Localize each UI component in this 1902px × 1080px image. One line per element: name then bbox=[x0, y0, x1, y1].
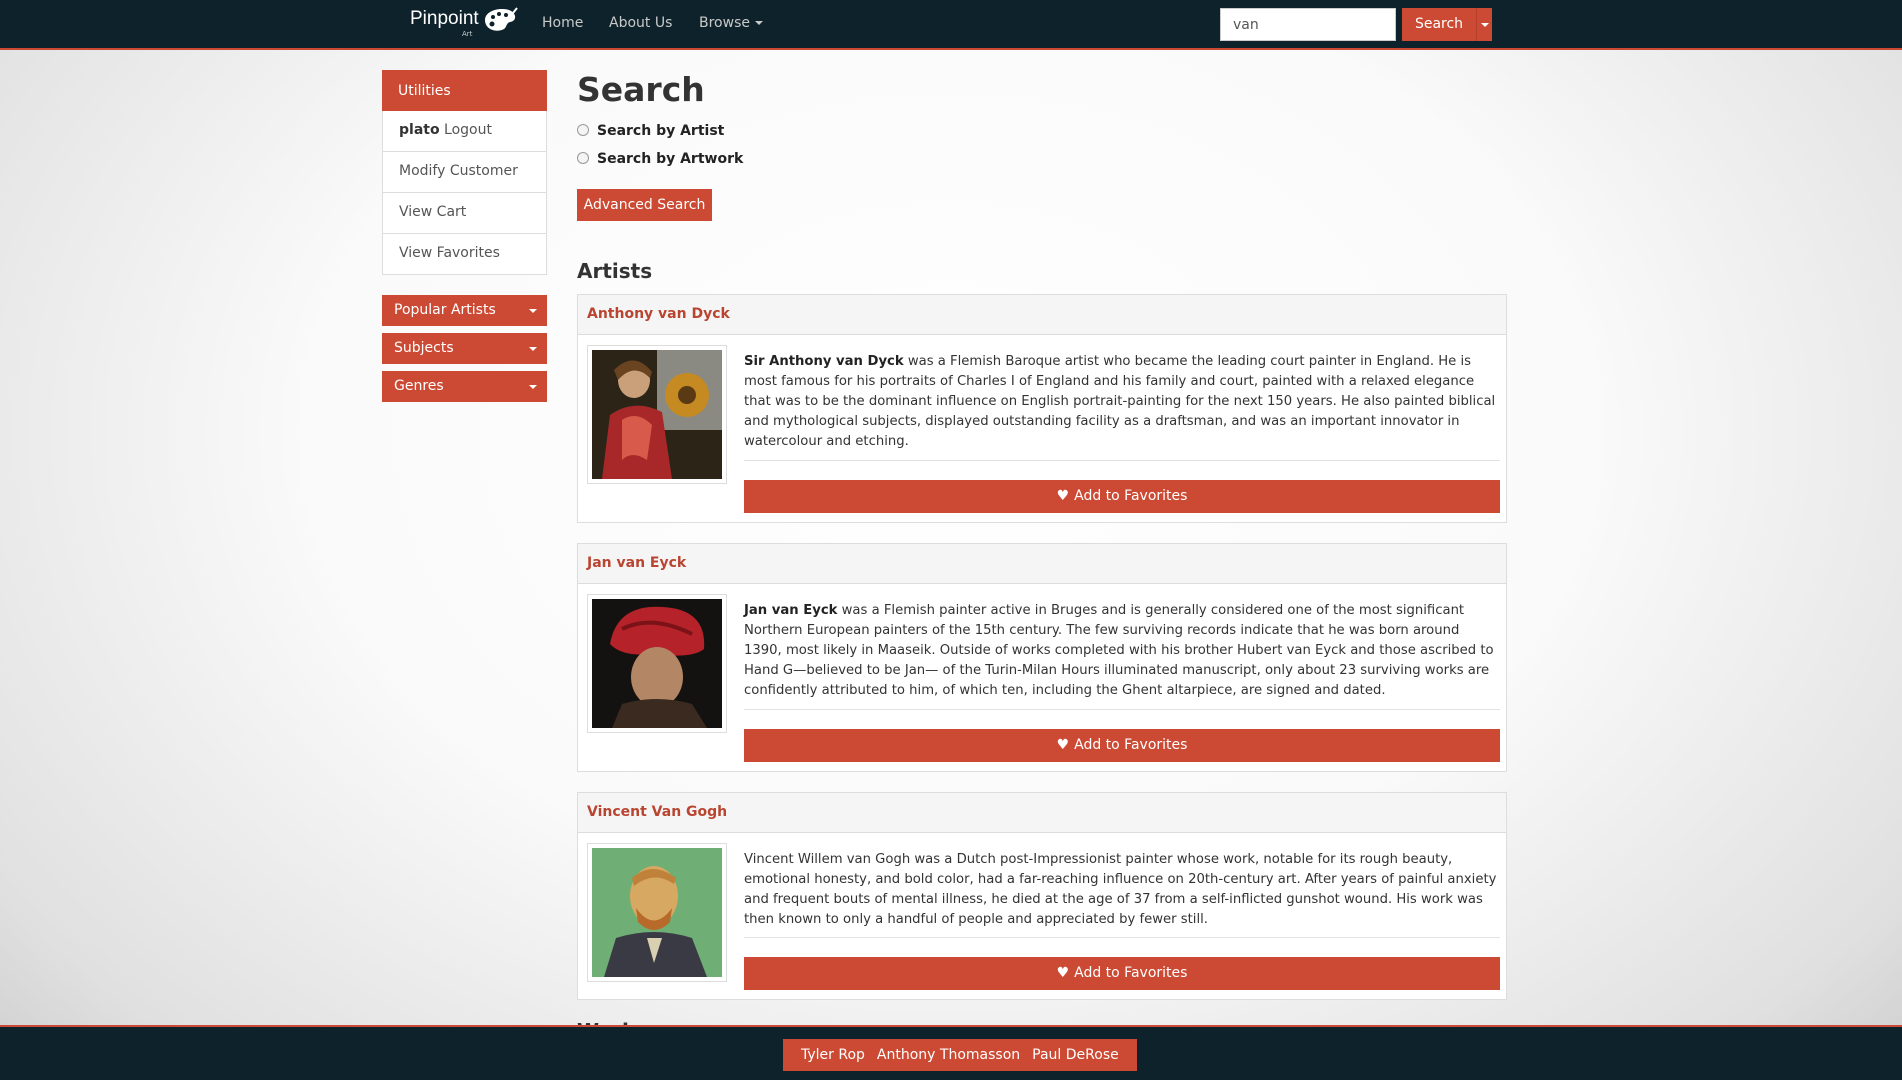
artist-bio: Jan van Eyck was a Flemish painter activ… bbox=[744, 601, 1500, 701]
radio-button[interactable] bbox=[577, 124, 589, 136]
sidebar-item-view-favorites[interactable]: View Favorites bbox=[382, 234, 547, 275]
search-dropdown-toggle[interactable] bbox=[1476, 8, 1492, 41]
logout-link[interactable]: Logout bbox=[444, 122, 492, 138]
heart-icon: ♥ bbox=[1056, 965, 1070, 981]
brand-subtitle: Art bbox=[462, 30, 473, 38]
artist-name-link[interactable]: Jan van Eyck bbox=[578, 544, 1506, 584]
advanced-search-button[interactable]: Advanced Search bbox=[577, 189, 712, 221]
footer-link-paul-derose[interactable]: Paul DeRose bbox=[1032, 1047, 1119, 1063]
footer-link-tyler-rop[interactable]: Tyler Rop bbox=[801, 1047, 865, 1063]
artist-card: Jan van Eyck Jan van Eyck was a Flemish … bbox=[577, 543, 1507, 772]
chevron-down-icon bbox=[1481, 23, 1489, 27]
nav-browse-label: Browse bbox=[699, 15, 750, 31]
add-to-favorites-button[interactable]: ♥ Add to Favorites bbox=[744, 729, 1500, 762]
chevron-down-icon bbox=[529, 309, 537, 313]
artist-name-link[interactable]: Anthony van Dyck bbox=[578, 295, 1506, 335]
brand-name: Pinpoint bbox=[410, 8, 479, 29]
artists-heading: Artists bbox=[577, 259, 653, 283]
user-name: plato bbox=[399, 122, 440, 138]
subjects-dropdown[interactable]: Subjects bbox=[382, 333, 547, 364]
footer-credits: Tyler Rop Anthony Thomasson Paul DeRose bbox=[783, 1039, 1137, 1071]
popular-artists-dropdown[interactable]: Popular Artists bbox=[382, 295, 547, 326]
artist-bio: Sir Anthony van Dyck was a Flemish Baroq… bbox=[744, 352, 1500, 452]
artist-bio-name: Jan van Eyck bbox=[744, 603, 838, 618]
artist-bio-text: was a Flemish painter active in Bruges a… bbox=[744, 603, 1494, 698]
page-title: Search bbox=[577, 70, 705, 109]
nav-home[interactable]: Home bbox=[542, 15, 583, 31]
artist-portrait[interactable] bbox=[587, 843, 727, 982]
artist-bio-text: Vincent Willem van Gogh was a Dutch post… bbox=[744, 852, 1497, 927]
radio-search-by-artist[interactable]: Search by Artist bbox=[577, 123, 724, 139]
radio-label: Search by Artist bbox=[597, 123, 725, 139]
add-to-favorites-label: Add to Favorites bbox=[1074, 965, 1188, 981]
artist-card: Anthony van Dyck Sir Anthony van Dyck wa… bbox=[577, 294, 1507, 523]
nav-about-us[interactable]: About Us bbox=[609, 15, 672, 31]
artist-portrait[interactable] bbox=[587, 345, 727, 484]
card-divider bbox=[744, 937, 1500, 938]
sidebar-item-logout[interactable]: plato Logout bbox=[382, 111, 547, 152]
card-divider bbox=[744, 460, 1500, 461]
subjects-label: Subjects bbox=[394, 340, 454, 356]
card-divider bbox=[744, 709, 1500, 710]
search-button[interactable]: Search bbox=[1402, 8, 1476, 41]
artist-bio-name: Sir Anthony van Dyck bbox=[744, 354, 904, 369]
top-navbar: Pinpoint Art Home About Us Browse Search bbox=[0, 0, 1902, 50]
chevron-down-icon bbox=[754, 21, 763, 25]
add-to-favorites-button[interactable]: ♥ Add to Favorites bbox=[744, 480, 1500, 513]
heart-icon: ♥ bbox=[1056, 488, 1070, 504]
van-gogh-portrait-image bbox=[592, 848, 722, 977]
van-eyck-portrait-image bbox=[592, 599, 722, 728]
nav-browse[interactable]: Browse bbox=[699, 15, 763, 31]
sidebar-item-view-cart[interactable]: View Cart bbox=[382, 193, 547, 234]
artist-portrait[interactable] bbox=[587, 594, 727, 733]
footer-link-anthony-thomasson[interactable]: Anthony Thomasson bbox=[877, 1047, 1020, 1063]
add-to-favorites-label: Add to Favorites bbox=[1074, 737, 1188, 753]
chevron-down-icon bbox=[529, 385, 537, 389]
search-input[interactable] bbox=[1220, 8, 1396, 41]
popular-artists-label: Popular Artists bbox=[394, 302, 496, 318]
add-to-favorites-label: Add to Favorites bbox=[1074, 488, 1188, 504]
sidebar: Utilities plato Logout Modify Customer V… bbox=[382, 70, 547, 402]
van-dyck-portrait-image bbox=[592, 350, 722, 479]
genres-dropdown[interactable]: Genres bbox=[382, 371, 547, 402]
footer: Tyler Rop Anthony Thomasson Paul DeRose bbox=[0, 1025, 1902, 1080]
radio-button[interactable] bbox=[577, 152, 589, 164]
radio-label: Search by Artwork bbox=[597, 151, 744, 167]
artist-bio: Vincent Willem van Gogh was a Dutch post… bbox=[744, 850, 1500, 930]
heart-icon: ♥ bbox=[1056, 737, 1070, 753]
sidebar-item-modify-customer[interactable]: Modify Customer bbox=[382, 152, 547, 193]
genres-label: Genres bbox=[394, 378, 444, 394]
utilities-header: Utilities bbox=[382, 70, 547, 111]
artist-card: Vincent Van Gogh Vincent Willem van Gogh… bbox=[577, 792, 1507, 1000]
brand-logo[interactable]: Pinpoint Art bbox=[410, 6, 518, 40]
add-to-favorites-button[interactable]: ♥ Add to Favorites bbox=[744, 957, 1500, 990]
palette-icon bbox=[485, 7, 518, 31]
radio-search-by-artwork[interactable]: Search by Artwork bbox=[577, 151, 743, 167]
artist-name-link[interactable]: Vincent Van Gogh bbox=[578, 793, 1506, 833]
chevron-down-icon bbox=[529, 347, 537, 351]
